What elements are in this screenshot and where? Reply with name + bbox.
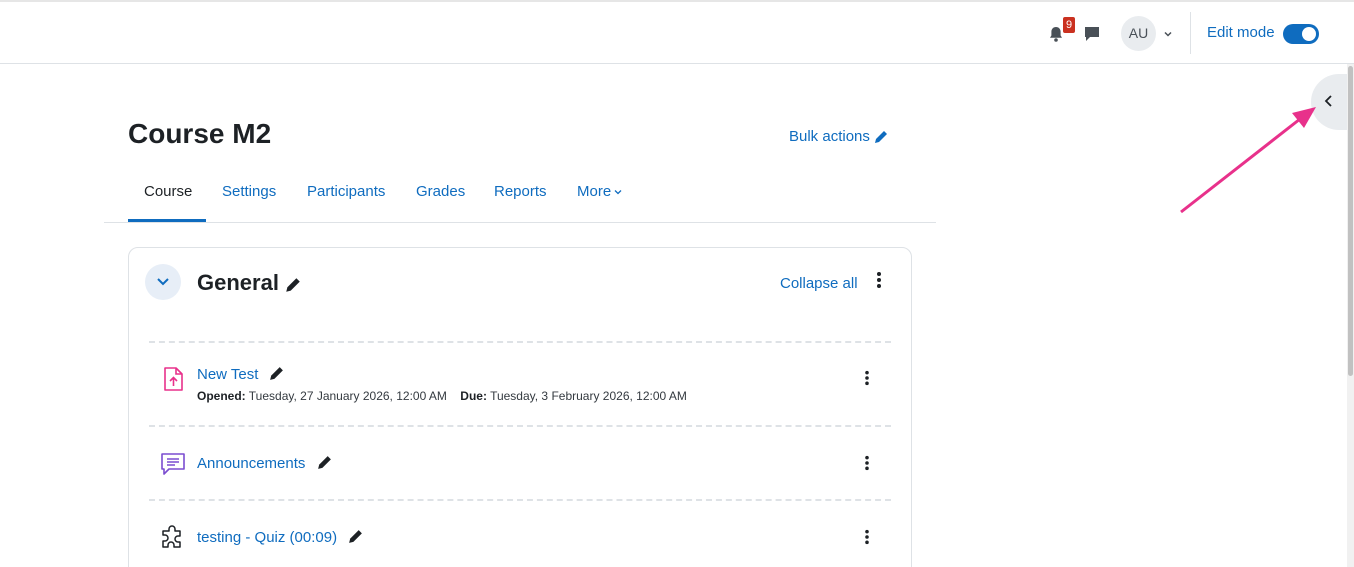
activity-menu-icon[interactable]	[864, 529, 870, 545]
active-tab-indicator	[128, 219, 206, 222]
bulk-actions-link[interactable]: Bulk actions	[789, 128, 870, 145]
notification-count-badge: 9	[1063, 17, 1075, 33]
activity-menu-icon[interactable]	[864, 370, 870, 386]
secondary-navigation: Course Settings Participants Grades Repo…	[104, 176, 936, 223]
forum-icon	[161, 453, 185, 475]
pencil-icon[interactable]	[268, 365, 285, 382]
tab-grades[interactable]: Grades	[416, 183, 465, 200]
due-label: Due:	[460, 389, 487, 403]
edit-mode-toggle[interactable]	[1283, 24, 1319, 44]
message-drawer-icon[interactable]	[1082, 24, 1102, 44]
activity-dates: Opened: Tuesday, 27 January 2026, 12:00 …	[197, 389, 687, 403]
pencil-icon[interactable]	[316, 454, 333, 471]
activity-link-new-test[interactable]: New Test	[197, 366, 258, 383]
tab-participants[interactable]: Participants	[307, 183, 385, 200]
pencil-icon[interactable]	[873, 129, 889, 145]
activity-link-quiz[interactable]: testing - Quiz (00:09)	[197, 529, 337, 546]
pencil-icon[interactable]	[347, 528, 364, 545]
page-title: Course M2	[128, 118, 272, 149]
tab-settings[interactable]: Settings	[222, 183, 276, 200]
scrollbar-thumb[interactable]	[1348, 66, 1353, 376]
chevron-down-icon	[614, 190, 622, 195]
annotation-arrow	[1180, 107, 1316, 214]
opened-date: Tuesday, 27 January 2026, 12:00 AM	[248, 389, 447, 403]
navbar-divider	[1190, 12, 1191, 54]
due-date: Tuesday, 3 February 2026, 12:00 AM	[490, 389, 687, 403]
tab-course[interactable]: Course	[144, 183, 192, 200]
tab-more-label: More	[577, 183, 612, 200]
chevron-down-icon[interactable]	[1162, 28, 1174, 40]
activity-link-announcements[interactable]: Announcements	[197, 455, 305, 472]
collapse-section-button[interactable]	[145, 264, 181, 300]
opened-label: Opened:	[197, 389, 246, 403]
assignment-upload-icon	[164, 367, 183, 391]
pencil-icon[interactable]	[284, 276, 302, 294]
section-menu-icon[interactable]	[876, 271, 882, 289]
chevron-down-icon	[157, 278, 169, 286]
activity-divider	[149, 341, 891, 343]
quiz-puzzle-icon	[162, 525, 181, 548]
collapse-all-link[interactable]: Collapse all	[780, 275, 858, 292]
tab-more[interactable]: More	[577, 183, 622, 200]
edit-mode-label[interactable]: Edit mode	[1207, 24, 1275, 41]
user-avatar[interactable]: AU	[1121, 16, 1156, 51]
activity-divider	[149, 499, 891, 501]
tab-reports[interactable]: Reports	[494, 183, 547, 200]
activity-divider	[149, 425, 891, 427]
activity-menu-icon[interactable]	[864, 455, 870, 471]
section-title: General	[197, 270, 279, 295]
